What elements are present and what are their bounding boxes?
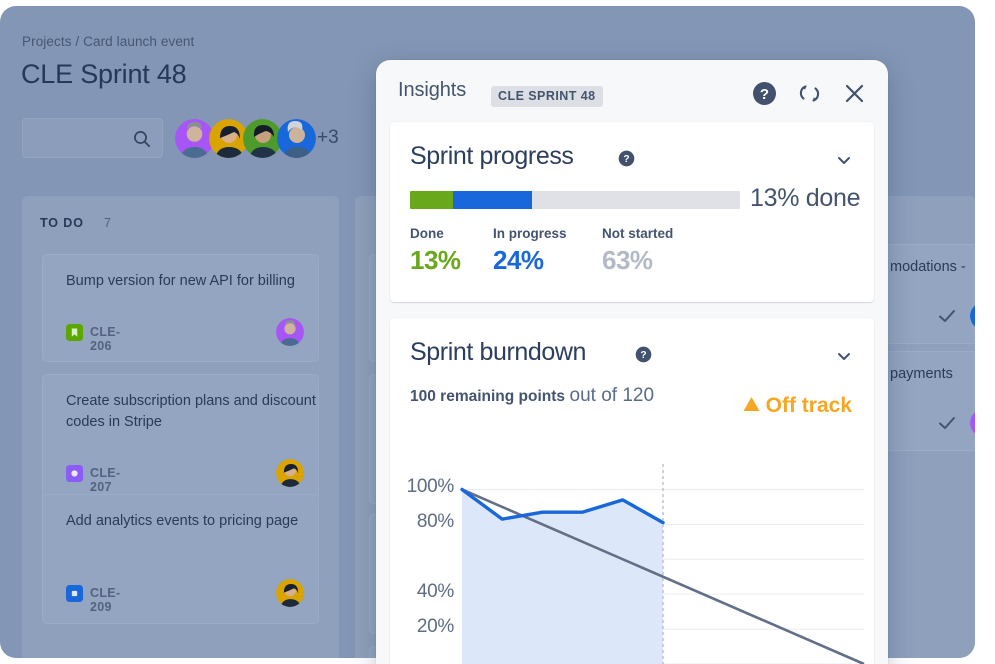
close-icon[interactable] — [841, 80, 868, 107]
legend-item-in-progress: In progress 24% — [493, 226, 567, 276]
column-count: 7 — [104, 216, 112, 230]
card[interactable]: Bump version for new API for billing CLE… — [42, 254, 319, 362]
legend-item-not-started: Not started 63% — [602, 226, 673, 276]
avatar[interactable] — [277, 119, 316, 158]
warning-icon — [743, 394, 760, 418]
help-icon[interactable]: ? — [751, 80, 778, 107]
card-title: modations - — [890, 259, 966, 275]
status-badge: Off track — [743, 394, 852, 418]
search-input[interactable] — [22, 118, 163, 158]
progress-segment-in-progress — [452, 191, 533, 209]
insights-panel: Insights CLE SPRINT 48 ? Sprint progress… — [376, 60, 888, 664]
card[interactable]: payments — [876, 351, 975, 451]
svg-text:?: ? — [623, 154, 629, 165]
card-assignee-avatar[interactable] — [970, 409, 975, 437]
svg-text:?: ? — [640, 350, 646, 361]
chevron-down-icon[interactable] — [836, 152, 852, 173]
card-assignee-avatar[interactable] — [970, 302, 975, 330]
card-title: Create subscription plans and discount c… — [66, 393, 316, 430]
screen: Projects / Card launch event CLE Sprint … — [0, 0, 995, 664]
task-type-icon — [66, 585, 83, 602]
search-icon — [132, 129, 152, 149]
help-icon[interactable]: ? — [618, 150, 635, 172]
sprint-chip: CLE SPRINT 48 — [491, 86, 603, 107]
card-assignee-avatar[interactable] — [276, 459, 304, 487]
svg-text:?: ? — [760, 86, 769, 103]
avatar-overflow-count[interactable]: +3 — [317, 127, 339, 149]
burndown-subtitle: 100 remaining points out of 120 — [410, 380, 710, 413]
sprint-burndown-title: Sprint burndown — [410, 338, 587, 366]
legend-label: In progress — [493, 226, 567, 241]
story-type-icon — [66, 324, 83, 341]
burndown-chart-svg — [460, 464, 865, 664]
y-axis-tick-label: 40% — [416, 581, 454, 603]
card-title: Add analytics events to pricing page — [66, 513, 299, 529]
progress-done-summary: 13% done — [750, 184, 861, 212]
card[interactable]: Add analytics events to pricing page CLE… — [42, 494, 319, 624]
legend-label: Done — [410, 226, 444, 241]
legend-value: 13% — [410, 245, 461, 275]
chevron-down-icon[interactable] — [836, 348, 852, 369]
burndown-total-points: out of 120 — [569, 385, 655, 406]
card[interactable]: modations - — [876, 244, 975, 344]
refresh-icon[interactable] — [796, 80, 823, 107]
card-title: payments — [890, 366, 953, 382]
burndown-remaining-points: 100 remaining points — [410, 388, 566, 405]
sprint-burndown-card: Sprint burndown ? 100 remaining points o… — [390, 318, 874, 664]
card-assignee-avatar[interactable] — [276, 318, 304, 346]
page-title: CLE Sprint 48 — [21, 59, 187, 89]
progress-segment-done — [410, 191, 453, 209]
panel-actions: ? — [751, 80, 868, 107]
epic-type-icon — [66, 465, 83, 482]
card-assignee-avatar[interactable] — [276, 579, 304, 607]
status-badge-label: Off track — [765, 394, 852, 417]
y-axis-tick-label: 80% — [416, 511, 454, 533]
burndown-chart: 100% 80% 40% 20% — [400, 458, 870, 664]
breadcrumb[interactable]: Projects / Card launch event — [22, 34, 194, 49]
legend-item-done: Done 13% — [410, 226, 461, 276]
column-todo: TO DO 7 Bump version for new API for bil… — [22, 196, 339, 658]
sprint-progress-bar — [410, 191, 740, 209]
legend-value: 24% — [493, 245, 544, 275]
sprint-progress-title: Sprint progress — [410, 142, 574, 170]
check-icon — [936, 305, 958, 332]
y-axis-tick-label: 100% — [406, 476, 455, 498]
insights-panel-header: Insights CLE SPRINT 48 ? — [376, 60, 888, 124]
card-title: Bump version for new API for billing — [66, 273, 295, 289]
y-axis-tick-label: 20% — [416, 616, 454, 638]
sprint-progress-card: Sprint progress ? 13% done Done 13% In p… — [390, 122, 874, 302]
legend-label: Not started — [602, 226, 674, 241]
legend-value: 63% — [602, 245, 653, 275]
help-icon[interactable]: ? — [635, 346, 652, 368]
insights-title: Insights — [398, 79, 467, 101]
check-icon — [936, 412, 958, 439]
card-key: CLE-207 — [90, 466, 121, 494]
card-key: CLE-206 — [90, 325, 121, 353]
card[interactable]: Create subscription plans and discount c… — [42, 374, 319, 504]
column-title: TO DO — [40, 216, 84, 230]
card-key: CLE-209 — [90, 586, 121, 614]
